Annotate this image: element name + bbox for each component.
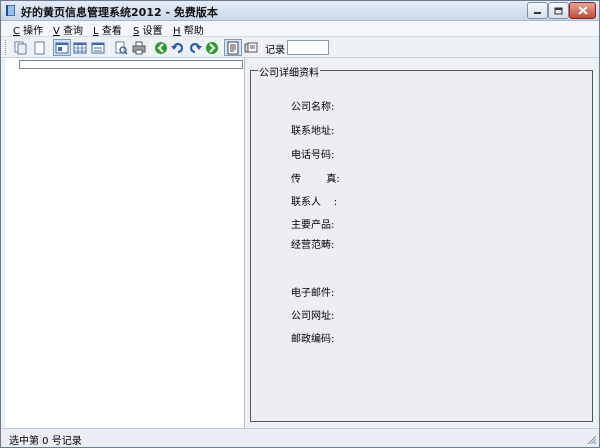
- field-fax-label: 传 真:: [291, 174, 340, 185]
- close-icon: [577, 6, 588, 15]
- field-business-scope-label: 经营范畴:: [291, 240, 335, 251]
- field-postcode-label: 邮政编码:: [291, 334, 335, 345]
- multi-page-button[interactable]: [242, 39, 260, 56]
- menu-help[interactable]: H 帮助: [173, 22, 204, 37]
- list-view-icon: [91, 42, 105, 53]
- page-detail-icon: [227, 41, 239, 54]
- arrow-left-icon: [155, 41, 167, 54]
- print-preview-icon: [115, 41, 128, 55]
- card-view-button[interactable]: [53, 39, 71, 56]
- copy-button[interactable]: [12, 39, 30, 56]
- window-title: 好的黄页信息管理系统2012 - 免费版本: [21, 6, 218, 19]
- pages-icon: [244, 42, 258, 52]
- toolbar-separator: [261, 40, 262, 55]
- toolbar-separator: [222, 40, 223, 55]
- status-bar: 选中第 0 号记录: [1, 428, 599, 447]
- print-button[interactable]: [130, 39, 148, 56]
- arrow-right-icon: [206, 41, 218, 54]
- detail-pane: 公司详细资料 公司名称: 联系地址: 电话号码: 传 真: 联系人 : 主要产品…: [246, 58, 597, 428]
- field-company-name-label: 公司名称:: [291, 102, 335, 113]
- toolbar: 记录: [1, 36, 599, 58]
- company-list-pane[interactable]: [5, 58, 245, 428]
- toolbar-separator: [334, 40, 335, 55]
- record-input[interactable]: [287, 40, 329, 55]
- new-document-button[interactable]: [30, 39, 48, 56]
- title-bar[interactable]: 好的黄页信息管理系统2012 - 免费版本: [1, 1, 599, 21]
- detail-page-button[interactable]: [224, 39, 242, 56]
- maximize-icon: [554, 7, 563, 14]
- app-window: 好的黄页信息管理系统2012 - 免费版本 C 操作 V 查询 L 查看 S 设…: [0, 0, 600, 448]
- record-label: 记录: [265, 45, 285, 56]
- document-icon: [34, 41, 45, 54]
- grid-view-icon: [73, 42, 87, 53]
- list-filter-input[interactable]: [19, 60, 243, 69]
- card-view-icon: [55, 42, 69, 53]
- redo-icon: [189, 42, 202, 53]
- print-preview-button[interactable]: [112, 39, 130, 56]
- minimize-icon: [534, 11, 541, 14]
- list-view-button[interactable]: [89, 39, 107, 56]
- field-email-label: 电子邮件:: [291, 288, 335, 299]
- menu-query[interactable]: V 查询: [53, 22, 83, 37]
- field-products-label: 主要产品:: [291, 220, 335, 231]
- field-phone-label: 电话号码:: [291, 150, 335, 161]
- undo-icon: [171, 42, 184, 53]
- groupbox-title: 公司详细资料: [258, 64, 320, 79]
- field-website-label: 公司网址:: [291, 311, 335, 322]
- toolbar-separator: [150, 40, 151, 55]
- close-button[interactable]: [569, 2, 596, 19]
- redo-button[interactable]: [186, 39, 204, 56]
- company-details-groupbox: 公司详细资料 公司名称: 联系地址: 电话号码: 传 真: 联系人 : 主要产品…: [250, 64, 593, 422]
- toolbar-separator: [109, 40, 110, 55]
- copy-icon: [14, 41, 27, 54]
- menu-view[interactable]: L 查看: [93, 22, 122, 37]
- printer-icon: [132, 41, 146, 54]
- menu-bar: C 操作 V 查询 L 查看 S 设置 H 帮助: [1, 21, 599, 37]
- field-contact-label: 联系人 :: [291, 197, 338, 208]
- app-book-icon: [6, 5, 15, 16]
- minimize-button[interactable]: [527, 2, 548, 19]
- previous-record-button[interactable]: [152, 39, 170, 56]
- toolbar-separator: [50, 40, 51, 55]
- next-record-button[interactable]: [203, 39, 221, 56]
- menu-operate[interactable]: C 操作: [13, 22, 43, 37]
- field-address-label: 联系地址:: [291, 126, 335, 137]
- grid-view-button[interactable]: [71, 39, 89, 56]
- resize-grip-icon[interactable]: [587, 435, 597, 445]
- status-text: 选中第 0 号记录: [9, 436, 82, 447]
- toolbar-grip[interactable]: [5, 40, 8, 55]
- undo-button[interactable]: [169, 39, 187, 56]
- maximize-button[interactable]: [548, 2, 569, 19]
- menu-settings[interactable]: S 设置: [133, 22, 163, 37]
